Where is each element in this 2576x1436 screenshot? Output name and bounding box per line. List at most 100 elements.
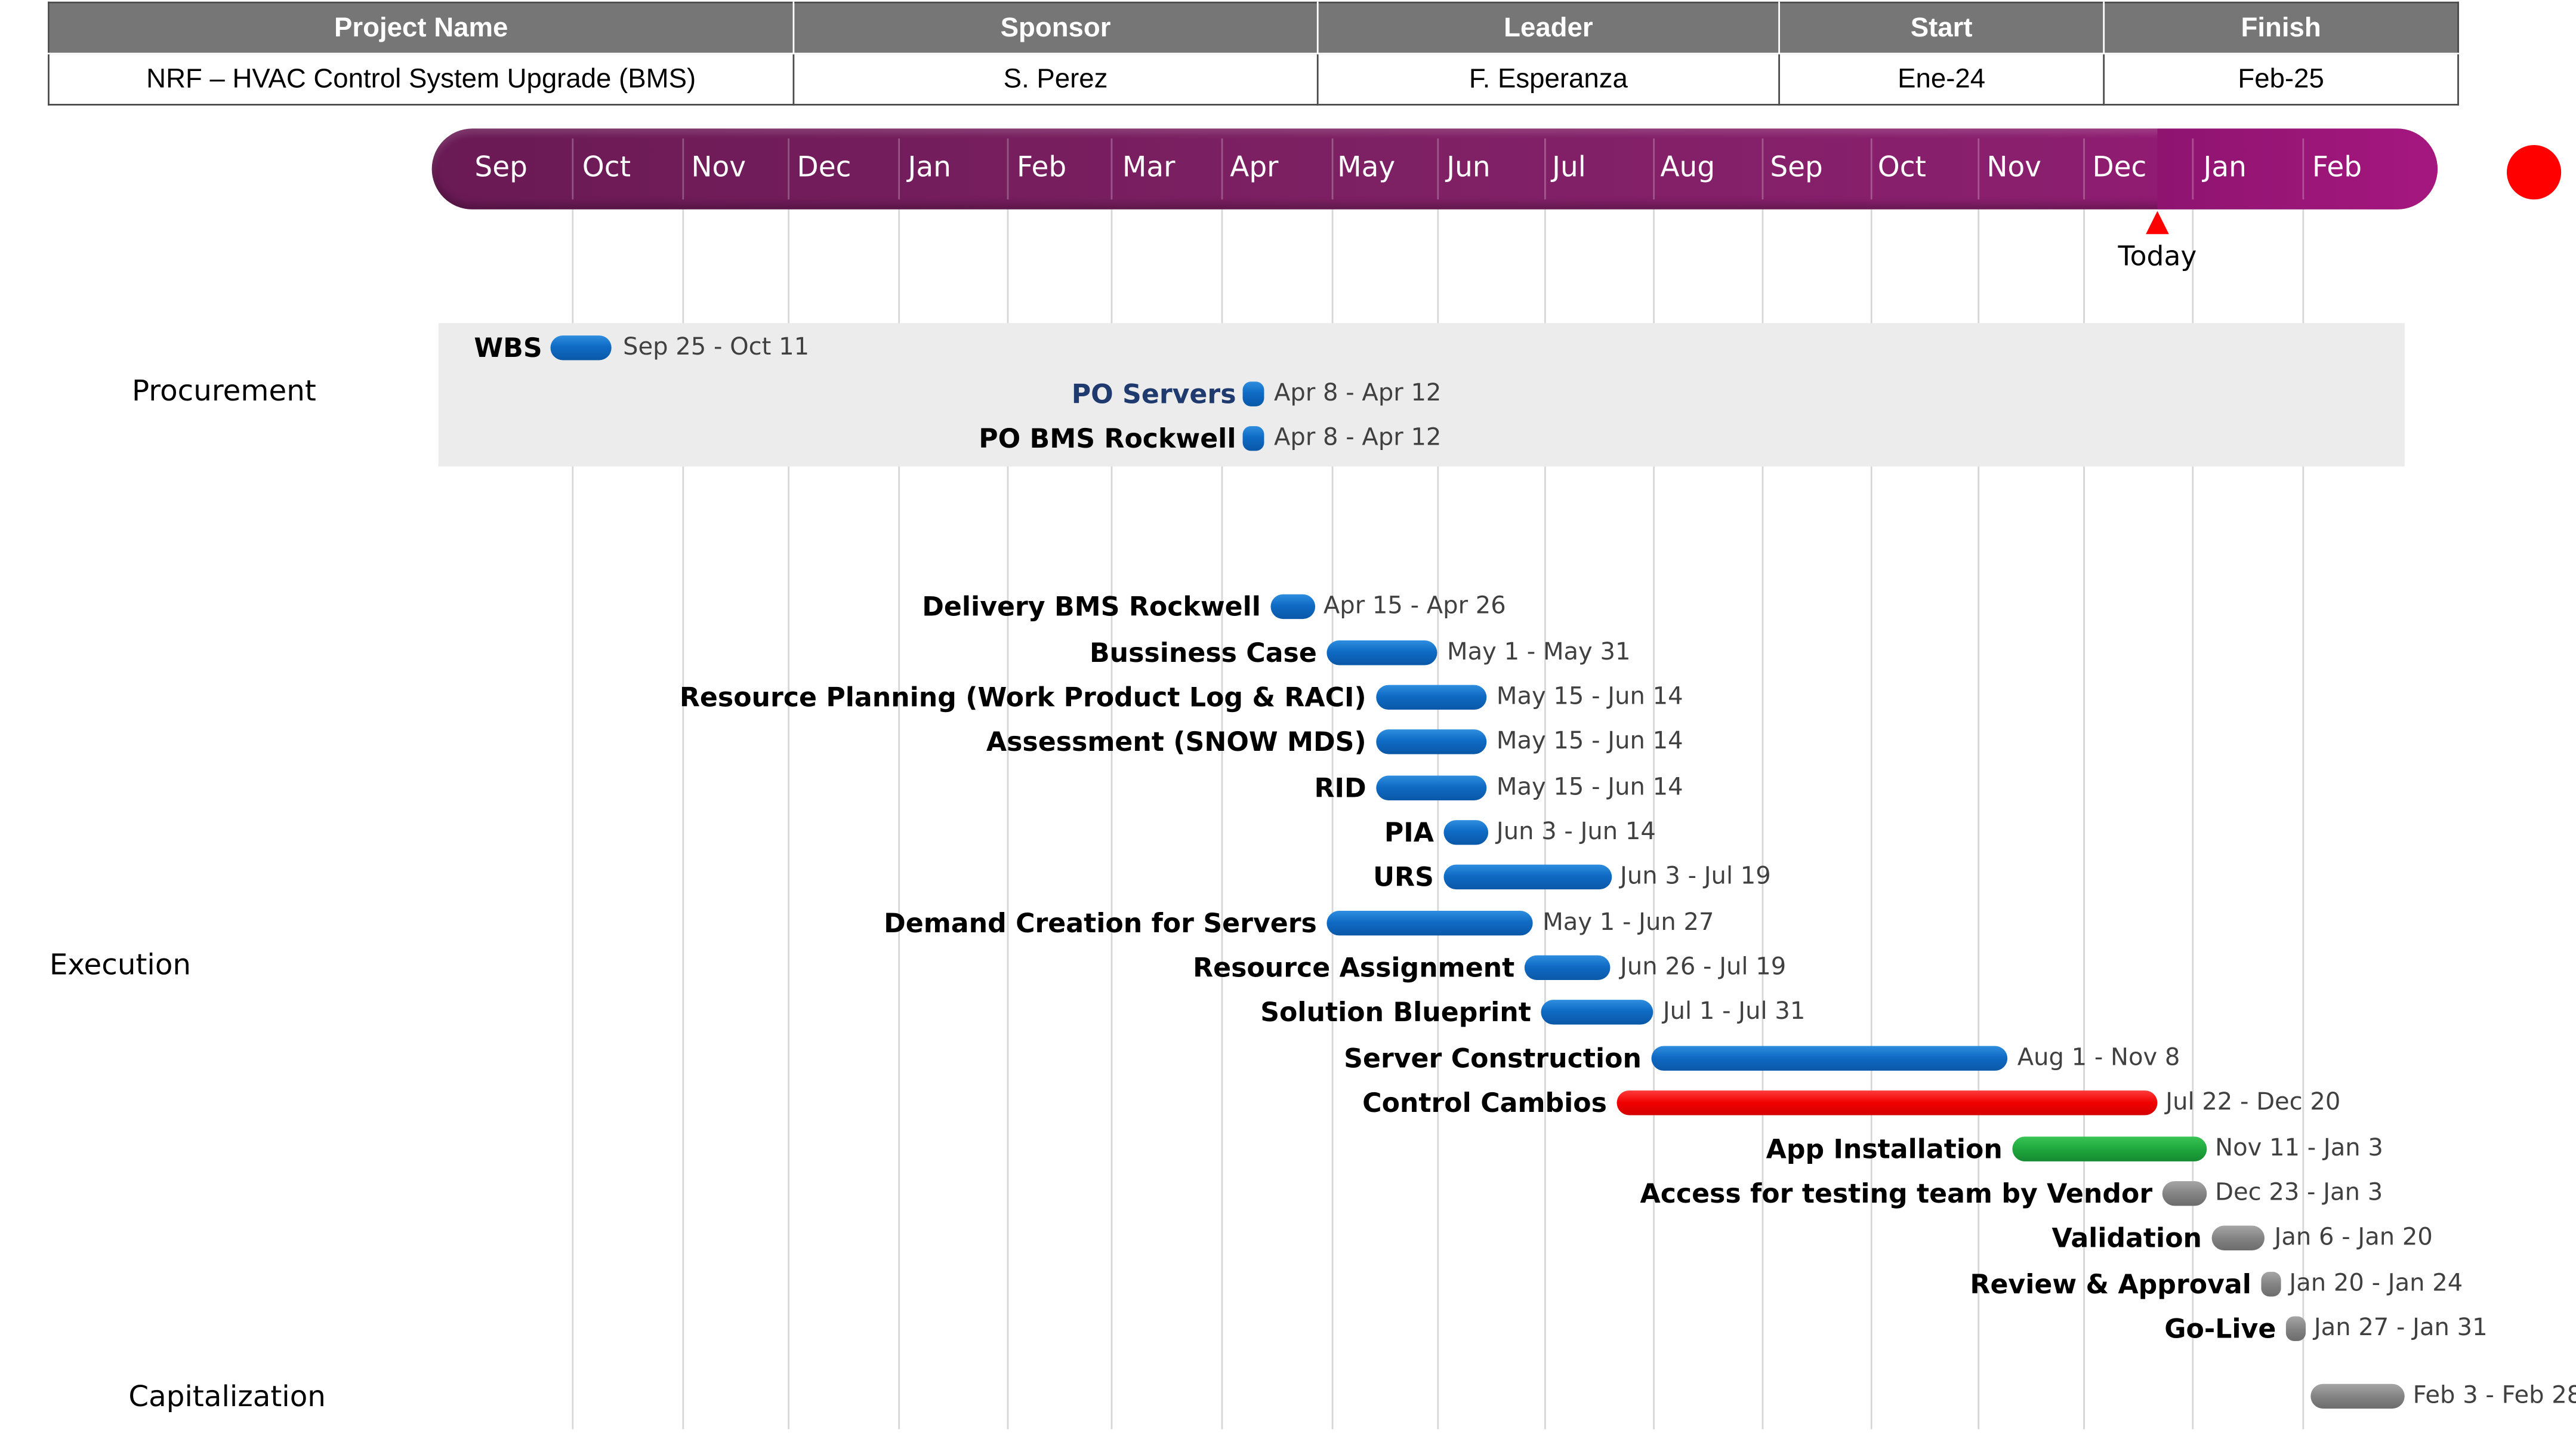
task-dates: Jan 20 - Jan 24 — [2289, 1271, 2463, 1298]
month-separator — [1761, 138, 1764, 200]
task-label: WBS — [474, 332, 542, 364]
project-info-table: Project Name Sponsor Leader Start Finish… — [48, 1, 2459, 106]
month-label: Feb — [2312, 152, 2362, 185]
task-label: RID — [1314, 772, 1366, 804]
task-dates: May 15 - Jun 14 — [1496, 684, 1683, 711]
task-bar[interactable] — [1376, 775, 1487, 800]
sponsor-value: S. Perez — [792, 53, 1319, 106]
task-bar[interactable] — [1242, 381, 1264, 406]
month-separator — [1653, 138, 1655, 200]
task-bar[interactable] — [2310, 1383, 2405, 1409]
month-separator — [2083, 138, 2085, 200]
month-label: Sep — [1770, 152, 1823, 185]
phase-capitalization: Capitalization — [128, 1381, 326, 1415]
header-project-name: Project Name — [48, 1, 795, 55]
timeline-future-segment — [2157, 128, 2438, 209]
header-start: Start — [1778, 1, 2105, 55]
task-label: App Installation — [1766, 1133, 2003, 1165]
task-bar[interactable] — [1376, 729, 1487, 754]
finish-value: Feb-25 — [2103, 53, 2459, 106]
task-bar[interactable] — [1616, 1090, 2158, 1115]
phase-procurement: Procurement — [131, 375, 316, 409]
task-dates: Jun 26 - Jul 19 — [1620, 954, 1787, 981]
task-dates: May 1 - Jun 27 — [1542, 910, 1714, 936]
month-separator — [1544, 138, 1546, 200]
task-dates: May 15 - Jun 14 — [1496, 775, 1683, 802]
task-dates: Nov 11 - Jan 3 — [2215, 1136, 2383, 1163]
month-separator — [2302, 138, 2304, 200]
timeline-band: Sep Oct Nov Dec Jan Feb Mar Apr May Jun Jul Aug Sep O… — [431, 128, 2438, 209]
task-bar[interactable] — [1443, 864, 1612, 890]
month-separator — [1110, 138, 1113, 200]
month-separator — [682, 138, 684, 200]
month-separator — [1977, 138, 1980, 200]
month-label: Jan — [908, 152, 951, 185]
leader-value: F. Esperanza — [1316, 53, 1780, 106]
today-label: Today — [2118, 241, 2197, 272]
task-label: Resource Assignment — [1193, 952, 1515, 984]
task-dates: Dec 23 - Jan 3 — [2215, 1180, 2383, 1207]
month-label: Jan — [2203, 152, 2247, 185]
task-label: Access for testing team by Vendor — [1640, 1178, 2153, 1209]
task-bar[interactable] — [2261, 1271, 2281, 1297]
task-label: PO Servers — [1071, 378, 1236, 410]
task-dates: Jan 6 - Jan 20 — [2274, 1225, 2433, 1252]
task-label: Solution Blueprint — [1260, 996, 1531, 1028]
month-label: Mar — [1122, 152, 1176, 185]
task-label: Bussiness Case — [1089, 637, 1317, 668]
task-label: URS — [1373, 861, 1434, 893]
task-bar[interactable] — [550, 335, 612, 360]
task-bar[interactable] — [1242, 426, 1264, 451]
header-sponsor: Sponsor — [792, 1, 1319, 55]
month-label: Jul — [1552, 152, 1586, 185]
month-separator — [898, 138, 900, 200]
month-label: Dec — [797, 152, 852, 185]
month-label: Feb — [1017, 152, 1067, 185]
task-bar[interactable] — [1326, 640, 1437, 665]
task-label: Resource Planning (Work Product Log & RA… — [679, 682, 1366, 713]
task-bar[interactable] — [1270, 594, 1316, 620]
month-label: Sep — [474, 152, 527, 185]
month-separator — [1870, 138, 1872, 200]
task-label: PO BMS Rockwell — [979, 423, 1236, 454]
task-bar[interactable] — [2285, 1316, 2306, 1341]
task-bar[interactable] — [1326, 911, 1533, 936]
task-label: PIA — [1384, 816, 1434, 849]
task-dates: Jun 3 - Jul 19 — [1620, 864, 1771, 890]
task-label: Delivery BMS Rockwell — [922, 591, 1261, 623]
month-label: Oct — [582, 152, 631, 185]
task-dates: Jul 1 - Jul 31 — [1662, 999, 1806, 1025]
month-separator — [1331, 138, 1334, 200]
task-label: Validation — [2051, 1222, 2202, 1254]
task-label: Go-Live — [2164, 1312, 2276, 1345]
task-bar[interactable] — [1376, 685, 1487, 710]
month-label: Dec — [2092, 152, 2147, 185]
phase-execution: Execution — [49, 949, 192, 983]
task-label: Demand Creation for Servers — [884, 907, 1317, 939]
header-finish: Finish — [2103, 1, 2459, 55]
month-separator — [1221, 138, 1223, 200]
project-name-value: NRF – HVAC Control System Upgrade (BMS) — [48, 53, 795, 106]
task-dates: Feb 3 - Feb 28 — [2413, 1383, 2576, 1410]
task-bar[interactable] — [1541, 1000, 1653, 1025]
task-bar[interactable] — [1443, 820, 1489, 845]
task-dates: Apr 8 - Apr 12 — [1274, 425, 1442, 452]
task-bar[interactable] — [2211, 1225, 2265, 1250]
task-label: Review & Approval — [1970, 1268, 2251, 1300]
month-separator — [788, 138, 789, 200]
start-value: Ene-24 — [1778, 53, 2105, 106]
task-dates: Sep 25 - Oct 11 — [623, 334, 810, 361]
month-label: Nov — [1986, 152, 2041, 185]
task-dates: May 1 - May 31 — [1447, 639, 1631, 666]
month-label: Oct — [1877, 152, 1926, 185]
task-bar[interactable] — [1651, 1046, 2008, 1071]
task-bar[interactable] — [1524, 955, 1611, 981]
task-dates: Aug 1 - Nov 8 — [2017, 1045, 2180, 1072]
month-separator — [2192, 138, 2194, 200]
task-bar[interactable] — [2162, 1181, 2207, 1206]
task-bar[interactable] — [2012, 1136, 2207, 1161]
task-dates: May 15 - Jun 14 — [1496, 728, 1683, 755]
task-dates: Jan 27 - Jan 31 — [2313, 1315, 2488, 1342]
gantt-chart: Project Name Sponsor Leader Start Finish… — [0, 0, 2576, 1436]
task-dates: Apr 15 - Apr 26 — [1323, 593, 1506, 620]
